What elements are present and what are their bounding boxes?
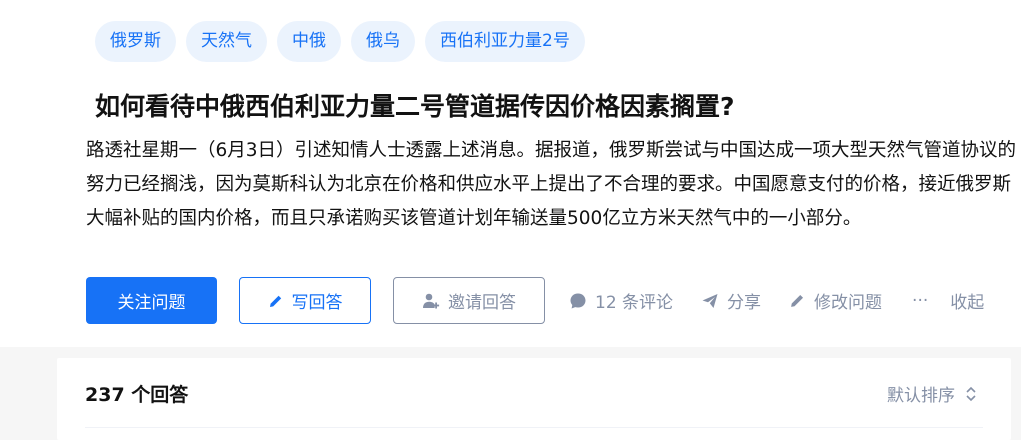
topic-tag[interactable]: 俄乌: [351, 21, 415, 62]
more-button[interactable]: ···: [912, 291, 928, 311]
sort-dropdown[interactable]: 默认排序: [887, 381, 977, 406]
pencil-icon: [268, 293, 284, 309]
question-title: 如何看待中俄西伯利亚力量二号管道据传因价格因素搁置?: [95, 92, 735, 121]
follow-question-button[interactable]: 关注问题: [86, 277, 217, 324]
collapse-label: 收起: [950, 293, 985, 313]
answer-count: 237 个回答: [85, 384, 189, 406]
comments-button[interactable]: 12 条评论: [569, 288, 673, 313]
write-answer-button[interactable]: 写回答: [239, 277, 371, 324]
pencil-icon: [789, 292, 806, 309]
share-icon: [701, 292, 719, 310]
edit-question-button[interactable]: 修改问题: [789, 288, 882, 313]
share-button[interactable]: 分享: [701, 288, 761, 313]
topic-tag[interactable]: 俄罗斯: [95, 21, 176, 62]
topic-tag[interactable]: 中俄: [277, 21, 341, 62]
divider: [85, 427, 983, 428]
answers-card: 237 个回答 默认排序: [57, 358, 1011, 440]
add-user-icon: [422, 292, 440, 310]
topic-tag[interactable]: 天然气: [186, 21, 267, 62]
share-label: 分享: [727, 293, 762, 313]
more-icon: ···: [912, 290, 929, 311]
topic-tag[interactable]: 西伯利亚力量2号: [425, 21, 585, 62]
sort-label: 默认排序: [887, 386, 955, 406]
sort-arrows-icon: [965, 385, 977, 403]
question-header: 俄罗斯 天然气 中俄 俄乌 西伯利亚力量2号 如何看待中俄西伯利亚力量二号管道据…: [0, 0, 1021, 347]
invite-answer-label: 邀请回答: [448, 293, 516, 313]
question-description: 路透社星期一（6月3日）引述知情人士透露上述消息。据报道，俄罗斯尝试与中国达成一…: [86, 140, 1017, 229]
comment-icon: [569, 292, 587, 310]
write-answer-label: 写回答: [291, 293, 343, 313]
edit-question-label: 修改问题: [814, 293, 883, 313]
comments-label: 12 条评论: [595, 293, 674, 313]
collapse-button[interactable]: 收起: [950, 288, 984, 313]
question-actions: 关注问题 写回答 邀请回答 12 条评论 分享 修改问题 ··· 收起: [86, 277, 1021, 324]
invite-answer-button[interactable]: 邀请回答: [393, 277, 545, 324]
topic-tags: 俄罗斯 天然气 中俄 俄乌 西伯利亚力量2号: [95, 21, 585, 62]
